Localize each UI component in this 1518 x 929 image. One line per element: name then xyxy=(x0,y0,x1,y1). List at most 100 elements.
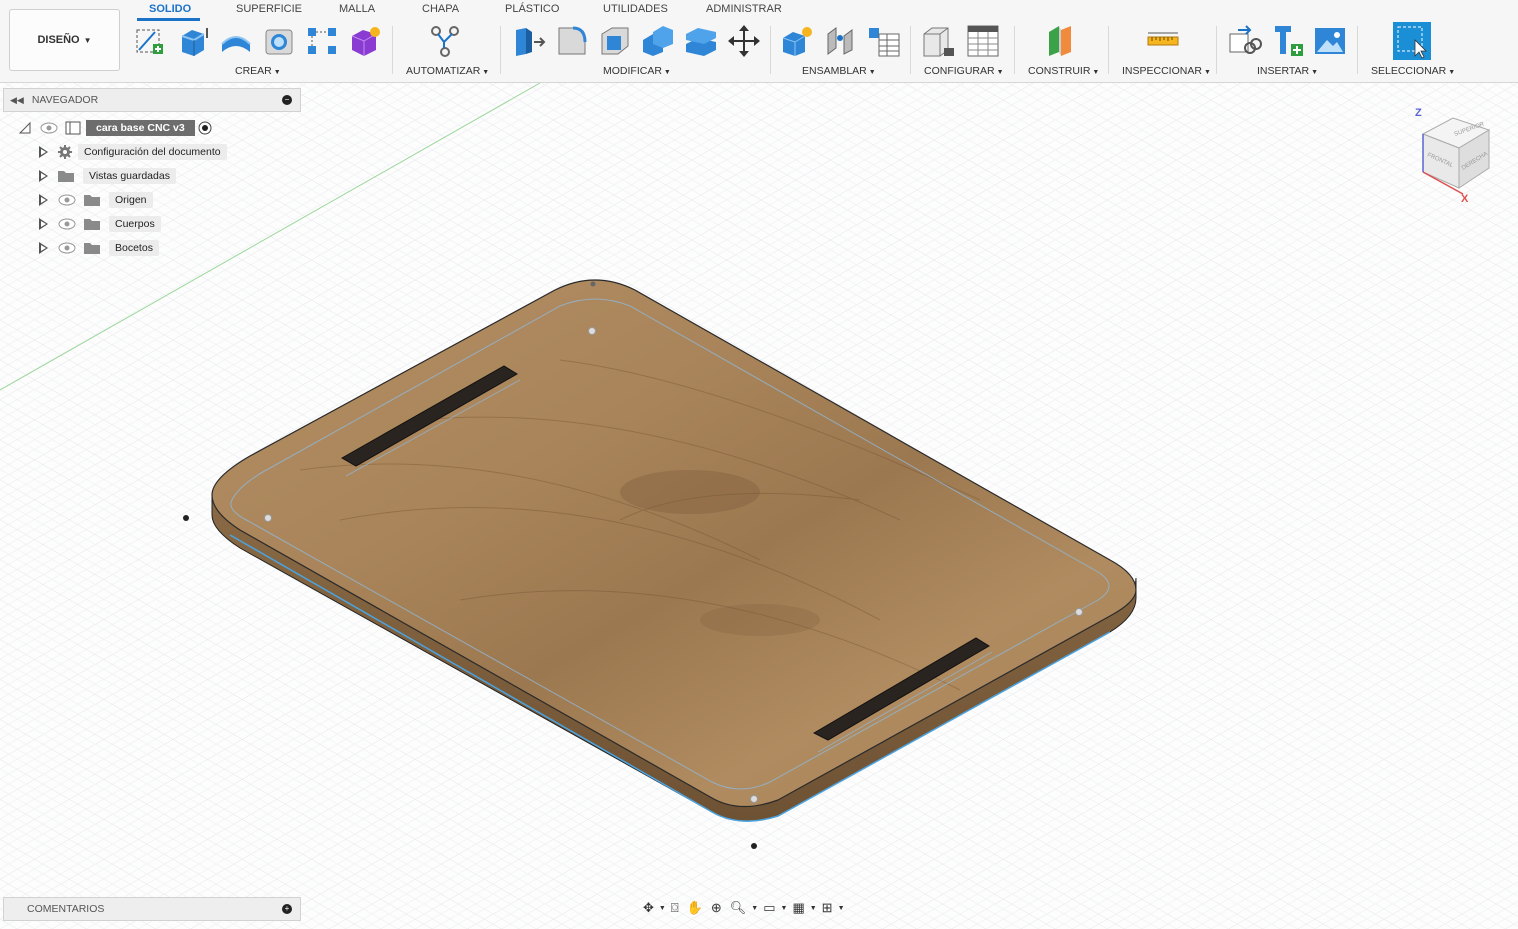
group-inspeccionar[interactable]: INSPECCIONAR ▼ xyxy=(1122,65,1211,77)
fillet-icon[interactable] xyxy=(555,24,589,58)
group-ensamblar[interactable]: ENSAMBLAR ▼ xyxy=(802,65,876,77)
group-seleccionar[interactable]: SELECCIONAR ▼ xyxy=(1371,65,1455,77)
create-sketch-icon[interactable] xyxy=(133,24,167,58)
tree-item-saved-views[interactable]: Vistas guardadas xyxy=(37,167,176,185)
look-at-icon[interactable]: ⌼ xyxy=(668,900,682,916)
folder-icon xyxy=(58,171,74,182)
joint-icon[interactable] xyxy=(824,24,858,58)
chevron-down-icon[interactable]: ▼ xyxy=(781,905,788,912)
chevron-down-icon[interactable]: ▼ xyxy=(810,905,817,912)
workspace-label: DISEÑO xyxy=(37,34,80,46)
tab-superficie[interactable]: SUPERFICIE xyxy=(236,3,302,15)
insert-image-icon[interactable] xyxy=(1313,24,1347,58)
insert-derive-icon[interactable] xyxy=(1228,24,1262,58)
tab-administrar[interactable]: ADMINISTRAR xyxy=(706,3,782,15)
group-insertar[interactable]: INSERTAR ▼ xyxy=(1257,65,1318,77)
bill-of-materials-icon[interactable] xyxy=(867,24,901,58)
expand-triangle-icon[interactable] xyxy=(39,170,48,182)
workspace-dropdown[interactable]: DISEÑO ▼ xyxy=(9,9,120,71)
expand-plus-icon[interactable]: + xyxy=(282,904,292,914)
pan-hand-icon[interactable]: ✋ xyxy=(684,900,706,916)
tab-solido[interactable]: SOLIDO xyxy=(149,3,191,15)
select-icon[interactable] xyxy=(1393,22,1431,60)
display-settings-icon[interactable]: ▭ xyxy=(760,900,778,916)
expand-triangle-icon[interactable] xyxy=(18,121,32,135)
press-pull-icon[interactable] xyxy=(512,24,546,58)
tab-chapa[interactable]: CHAPA xyxy=(422,3,459,15)
tab-plastico[interactable]: PLÁSTICO xyxy=(505,3,559,15)
active-tab-indicator xyxy=(137,18,200,21)
orbit-icon[interactable]: ✥ xyxy=(640,900,657,916)
zoom-window-icon[interactable]: 🔍︎ xyxy=(727,900,750,916)
new-component-icon[interactable] xyxy=(781,24,815,58)
shell-icon[interactable] xyxy=(598,24,632,58)
viewports-icon[interactable]: ⊞ xyxy=(819,900,836,916)
expand-triangle-icon[interactable] xyxy=(39,242,48,254)
configuration-table-icon[interactable] xyxy=(966,24,1000,58)
automate-icon[interactable] xyxy=(428,24,462,58)
chevron-down-icon[interactable]: ▼ xyxy=(838,905,845,912)
eye-icon[interactable] xyxy=(57,217,77,231)
divider xyxy=(1108,26,1109,74)
tree-item-bodies[interactable]: Cuerpos xyxy=(37,215,161,233)
gear-icon xyxy=(58,145,72,159)
tree-root[interactable]: cara base CNC v3 xyxy=(18,119,213,137)
configure-icon[interactable] xyxy=(922,24,956,58)
navigation-bar: ✥ ▼ ⌼ ✋ ⊕ 🔍︎ ▼ ▭ ▼ ▦ ▼ ⊞ ▼ xyxy=(640,897,845,919)
move-icon[interactable] xyxy=(727,24,761,58)
tree-item-document-settings[interactable]: Configuración del documento xyxy=(37,143,227,161)
tree-item-label: Configuración del documento xyxy=(78,144,227,160)
folder-icon xyxy=(84,195,100,206)
tree-item-sketches[interactable]: Bocetos xyxy=(37,239,159,257)
tab-utilidades[interactable]: UTILIDADES xyxy=(603,3,668,15)
active-radio-icon[interactable] xyxy=(197,120,213,136)
eye-icon[interactable] xyxy=(57,193,77,207)
group-configurar[interactable]: CONFIGURAR ▼ xyxy=(924,65,1004,77)
navigator-header[interactable]: ◀◀ NAVEGADOR − xyxy=(3,88,301,112)
expand-triangle-icon[interactable] xyxy=(39,194,48,206)
chevron-down-icon[interactable]: ▼ xyxy=(659,905,666,912)
offset-face-icon[interactable] xyxy=(684,24,718,58)
group-automatizar[interactable]: AUTOMATIZAR ▼ xyxy=(406,65,489,77)
group-construir[interactable]: CONSTRUIR ▼ xyxy=(1028,65,1099,77)
construct-plane-icon[interactable] xyxy=(1045,24,1079,58)
axis-z-label: Z xyxy=(1415,107,1422,119)
folder-icon xyxy=(84,243,100,254)
viewcube[interactable]: SUPERIOR FRONTAL DERECHA Z X xyxy=(1405,104,1505,205)
divider xyxy=(392,26,393,74)
group-crear[interactable]: CREAR ▼ xyxy=(235,65,281,77)
pattern-icon[interactable] xyxy=(305,24,339,58)
tab-malla[interactable]: MALLA xyxy=(339,3,375,15)
zoom-icon[interactable]: ⊕ xyxy=(708,900,725,916)
expand-triangle-icon[interactable] xyxy=(39,218,48,230)
chevron-down-icon[interactable]: ▼ xyxy=(751,905,758,912)
measure-icon[interactable] xyxy=(1146,24,1180,58)
axis-x-label: X xyxy=(1461,193,1469,204)
divider xyxy=(500,26,501,74)
chevron-down-icon: ▼ xyxy=(83,35,92,45)
minimize-icon[interactable]: − xyxy=(282,95,292,105)
tree-item-label: Cuerpos xyxy=(109,216,161,232)
tree-item-label: Origen xyxy=(109,192,153,208)
navigator-title: NAVEGADOR xyxy=(31,94,99,106)
document-name: cara base CNC v3 xyxy=(86,120,195,136)
3d-viewport[interactable] xyxy=(0,83,1518,929)
revolve-icon[interactable] xyxy=(219,24,253,58)
hole-icon[interactable] xyxy=(262,24,296,58)
extrude-icon[interactable] xyxy=(176,24,210,58)
expand-triangle-icon[interactable] xyxy=(39,146,48,158)
collapse-icon[interactable]: ◀◀ xyxy=(10,95,24,106)
divider xyxy=(910,26,911,74)
group-modificar[interactable]: MODIFICAR ▼ xyxy=(603,65,671,77)
tree-item-origin[interactable]: Origen xyxy=(37,191,153,209)
grid-settings-icon[interactable]: ▦ xyxy=(789,900,807,916)
combine-icon[interactable] xyxy=(641,24,675,58)
divider xyxy=(1014,26,1015,74)
eye-icon[interactable] xyxy=(57,241,77,255)
document-icon xyxy=(65,121,81,135)
create-form-icon[interactable] xyxy=(348,24,382,58)
insert-mcmaster-icon[interactable] xyxy=(1271,24,1305,58)
comments-header[interactable]: COMENTARIOS + xyxy=(3,897,301,921)
tree-item-label: Vistas guardadas xyxy=(83,168,176,184)
eye-icon[interactable] xyxy=(39,121,59,135)
